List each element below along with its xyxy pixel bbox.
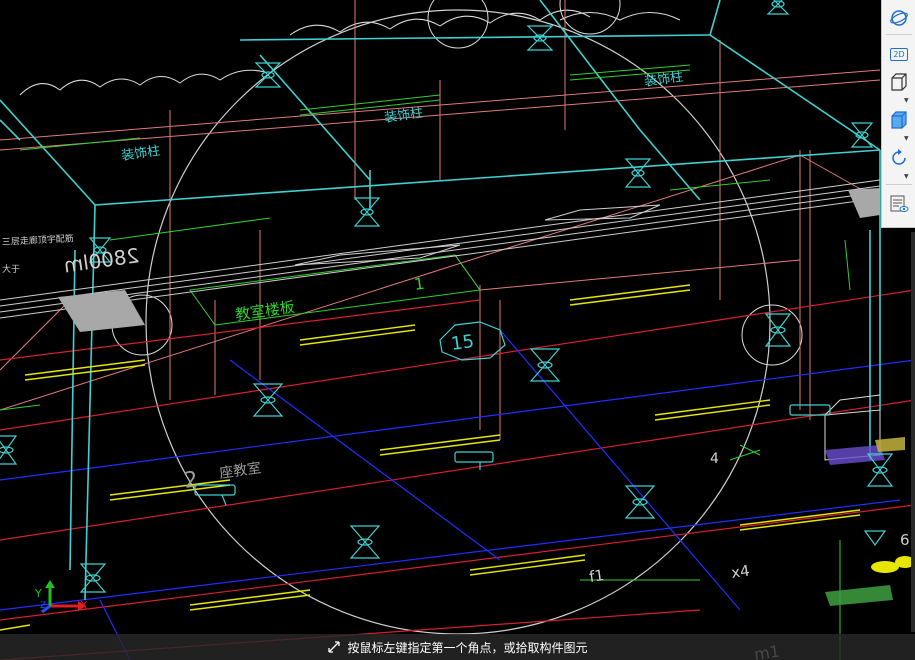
decor-column-label-1: 装饰柱: [120, 144, 161, 164]
orbit-button[interactable]: [886, 6, 912, 30]
rotate-dropdown[interactable]: ▼: [904, 174, 912, 180]
axis-x-label: X: [80, 599, 88, 612]
solid-cube-icon: [891, 111, 907, 129]
wireframe-cube-icon: [891, 73, 907, 91]
left-note2-label: 大于: [2, 263, 20, 275]
room-number-label: 2: [182, 467, 199, 494]
view-toolbar: 2D ▼ ▼ ▼: [881, 0, 915, 228]
axis-lines-blue: [0, 329, 915, 660]
command-prompt-bar: 按鼠标左键指定第一个角点，或拾取构件图元: [0, 634, 915, 660]
decor-column-label-3: 装饰柱: [643, 70, 684, 90]
solid-view-button[interactable]: [886, 108, 912, 132]
slab-name-label: 教室楼板: [234, 298, 296, 324]
slab-number-label: 1: [413, 274, 426, 294]
x4-label: x4: [730, 562, 751, 582]
wireframe-dropdown[interactable]: ▼: [904, 98, 912, 104]
cad-3d-viewport[interactable]: 装饰柱 装饰柱 装饰柱 2800lm 教室楼板 1 2 座教室 15 4 f1 …: [0, 0, 915, 660]
room-name-label: 座教室: [218, 459, 262, 482]
f1-label: f1: [588, 566, 605, 586]
layer-visibility-button[interactable]: [886, 192, 912, 216]
number-4-label: 4: [710, 451, 719, 467]
view-2d-button[interactable]: 2D: [886, 42, 912, 66]
hatch-purple: [825, 445, 885, 465]
dimension-text: 2800lm: [62, 243, 141, 277]
axis-z-label: Z: [40, 601, 46, 611]
tag-15-label: 15: [450, 331, 476, 355]
wireframe-view-button[interactable]: [886, 70, 912, 94]
axis-triad: X Y Z: [34, 580, 88, 614]
axis-y-label: Y: [34, 587, 42, 600]
left-note-label: 三层走廊顶宇配筋: [2, 232, 75, 248]
layer-visibility-icon: [890, 195, 909, 212]
command-prompt-text: 按鼠标左键指定第一个角点，或拾取构件图元: [347, 640, 588, 655]
solid-dropdown[interactable]: ▼: [904, 136, 912, 142]
corner-select-icon: [328, 641, 341, 653]
rotate-button[interactable]: [886, 146, 912, 170]
orbit-icon: [890, 10, 908, 26]
rotate-icon: [892, 149, 906, 165]
view-2d-icon: 2D: [890, 47, 908, 61]
number-6-label: 6: [900, 531, 910, 549]
viewport-edge: [911, 232, 915, 632]
beam-lines-pink: [0, 0, 881, 440]
hatch-green: [825, 585, 893, 606]
